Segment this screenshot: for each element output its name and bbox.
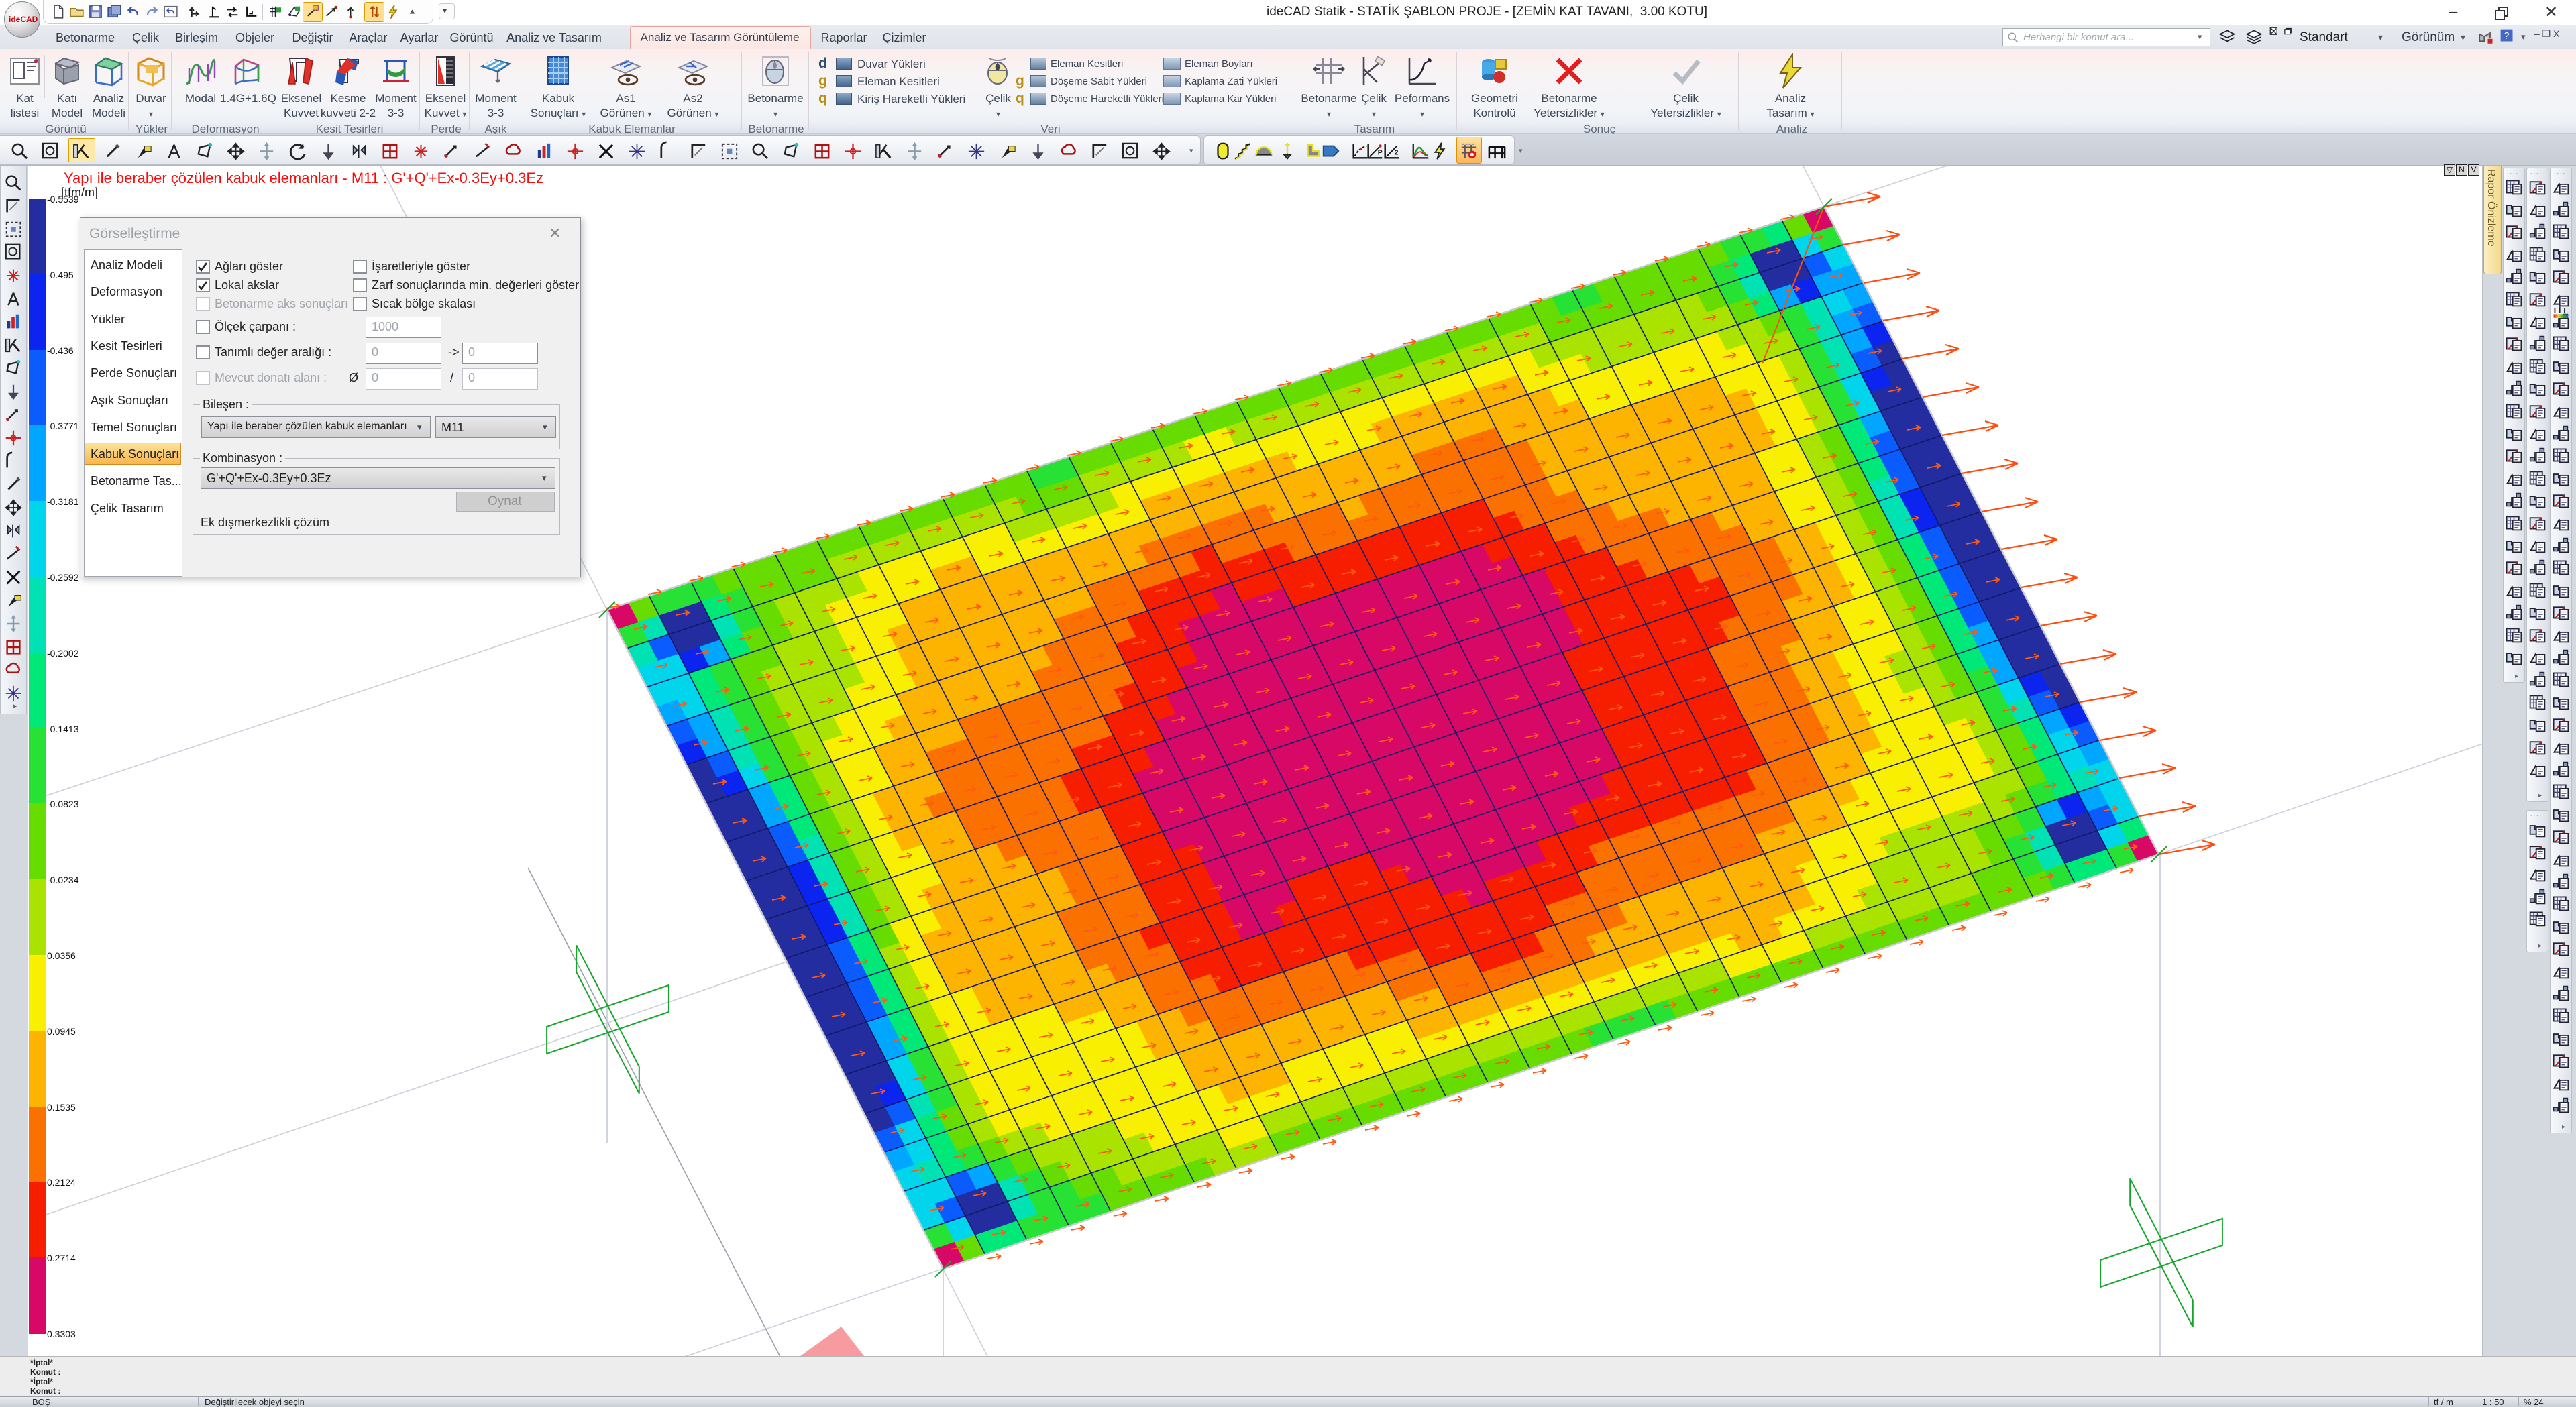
svg-text:2: 2 <box>1395 150 1399 157</box>
svg-text:?: ? <box>2504 30 2510 40</box>
